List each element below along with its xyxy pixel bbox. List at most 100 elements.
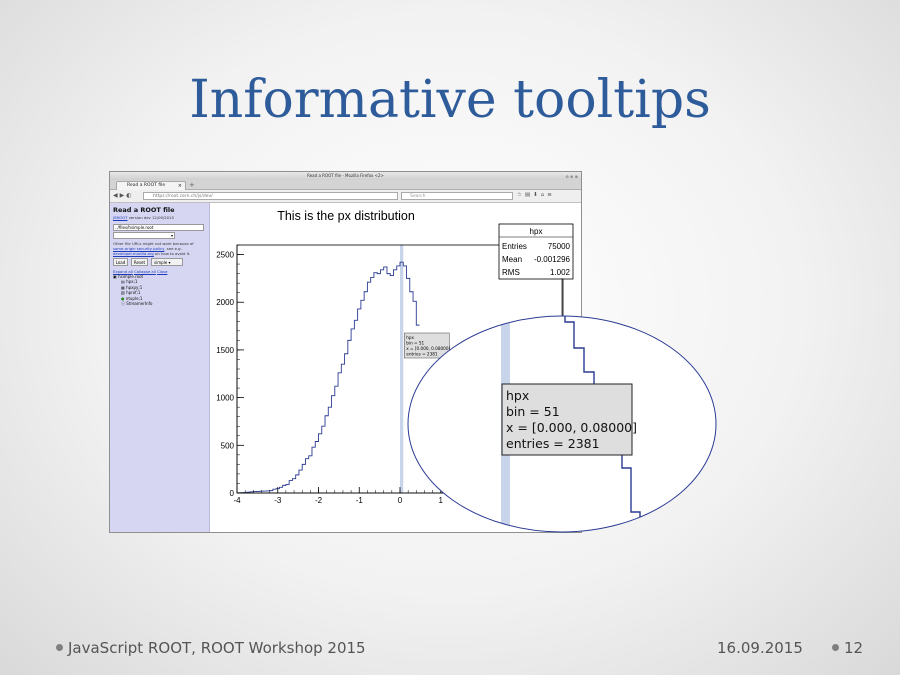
histogram-bin[interactable] — [341, 364, 344, 493]
histogram-bin[interactable] — [299, 470, 302, 493]
small-tooltip-line: bin = 51 — [406, 341, 424, 346]
bullet-icon — [832, 644, 839, 651]
histogram-bin[interactable] — [332, 396, 335, 493]
histogram-bin[interactable] — [315, 441, 318, 493]
toolbar-icons[interactable]: ☆▤⬇⌂≡ — [517, 192, 555, 198]
x-tick-label: -1 — [356, 496, 364, 505]
histogram-bin[interactable] — [358, 309, 361, 493]
histogram-bin[interactable] — [289, 481, 292, 493]
histogram-bin[interactable] — [351, 329, 354, 493]
histogram-bin[interactable] — [384, 267, 387, 493]
highlighted-bin — [400, 245, 404, 493]
load-button[interactable]: Load — [113, 258, 128, 266]
histogram-bin[interactable] — [348, 340, 351, 493]
stats-value: -0.001296 — [534, 255, 571, 264]
y-tick-label: 2500 — [216, 251, 234, 260]
x-tick-label: -4 — [233, 496, 241, 505]
histogram-bin[interactable] — [361, 300, 364, 493]
back-forward-icons[interactable]: ◀▶◐ — [113, 192, 133, 199]
histogram-bin[interactable] — [312, 447, 315, 493]
stats-value: 75000 — [548, 242, 571, 251]
histogram-bin[interactable] — [296, 475, 299, 493]
x-tick-label: 0 — [398, 496, 403, 505]
sidebar-title: Read a ROOT file — [113, 206, 175, 214]
histogram-bin[interactable] — [354, 320, 357, 493]
histogram-bin[interactable] — [335, 386, 338, 493]
version-text: version dev 12/09/2015 — [128, 215, 174, 220]
sidebar: Read a ROOT file JSROOT version dev 12/0… — [110, 203, 210, 532]
y-tick-label: 500 — [221, 441, 235, 450]
histogram-outline — [236, 261, 420, 494]
histogram-bin[interactable] — [286, 484, 289, 493]
histogram-bin[interactable] — [309, 456, 312, 493]
histogram-bin[interactable] — [283, 485, 286, 493]
footer-page: 12 — [832, 639, 863, 657]
histogram-bin[interactable] — [302, 464, 305, 493]
histogram-bin[interactable] — [403, 266, 406, 493]
browser-screenshot: Read a ROOT file - Mozilla Firefox <2> ⊖… — [109, 171, 582, 533]
window-titlebar: Read a ROOT file - Mozilla Firefox <2> ⊖… — [110, 172, 581, 180]
histogram-bin[interactable] — [377, 274, 380, 493]
new-tab-icon[interactable]: + — [189, 181, 195, 189]
stats-label: RMS — [502, 268, 520, 277]
window-title: Read a ROOT file - Mozilla Firefox <2> — [307, 173, 384, 178]
bullet-icon — [56, 644, 63, 651]
note-line-3: developer.mozilla.org on how to avoid it… — [113, 251, 191, 256]
histogram-bin[interactable] — [345, 354, 348, 493]
histogram-bin[interactable] — [279, 487, 282, 493]
histogram-bin[interactable] — [338, 373, 341, 493]
histogram-bin[interactable] — [410, 292, 413, 493]
tree-item-streamerinfo[interactable]: ⓘ StreamerInfo — [113, 301, 152, 306]
histogram-bin[interactable] — [364, 292, 367, 493]
slide-title: Informative tooltips — [189, 70, 711, 130]
histogram-bin[interactable] — [305, 459, 308, 493]
file-input[interactable]: ../files/hsimple.root — [113, 224, 204, 231]
tab-label: Read a ROOT file — [127, 183, 166, 188]
histogram-bin[interactable] — [328, 407, 331, 493]
layout-select[interactable]: simple ▾ — [151, 258, 183, 266]
reset-button[interactable]: Reset — [131, 258, 148, 266]
histogram-bin[interactable] — [393, 270, 396, 493]
x-tick-label: 1 — [439, 496, 444, 505]
histogram-bin[interactable] — [390, 276, 393, 493]
chart-title: This is the px distribution — [277, 209, 415, 223]
small-tooltip-line: x = [0.000, 0.08000] — [406, 346, 450, 351]
histogram-bin[interactable] — [413, 301, 416, 493]
browser-tab[interactable]: Read a ROOT file × — [116, 181, 186, 190]
histogram-plot[interactable]: This is the px distribution -4 -3 -2 -1 0 1 0 5… — [211, 203, 582, 533]
mozilla-link[interactable]: developer.mozilla.org — [113, 251, 154, 256]
stats-label: Entries — [502, 242, 527, 251]
jsroot-link[interactable]: JSROOT — [113, 215, 127, 220]
histogram-bin[interactable] — [325, 416, 328, 493]
histogram-bin[interactable] — [319, 434, 322, 493]
file-tree: ▣ hsimple.root ▤ hpx;1 ▦ hpxpy;1 ▧ hprof… — [113, 274, 152, 306]
tab-bar: Read a ROOT file × + — [110, 180, 581, 190]
histogram-bin[interactable] — [407, 278, 410, 493]
histogram-bin[interactable] — [387, 274, 390, 493]
file-select[interactable]: ▾ — [113, 232, 175, 239]
histogram-bin[interactable] — [397, 266, 400, 493]
histogram-bin[interactable] — [380, 270, 383, 493]
close-icon[interactable]: × — [178, 182, 182, 190]
histogram-bin[interactable] — [367, 282, 370, 493]
y-tick-label: 1000 — [216, 394, 234, 403]
url-text: https://root.cern.ch/js/dev/ — [153, 194, 213, 199]
histogram-bin[interactable] — [371, 277, 374, 493]
histogram-bin[interactable] — [374, 273, 377, 493]
histogram-bin[interactable] — [322, 426, 325, 493]
histogram-bin[interactable] — [273, 489, 276, 493]
footer-date: 16.09.2015 — [717, 639, 803, 657]
search-input[interactable]: Search — [401, 192, 513, 200]
stats-title: hpx — [530, 227, 543, 236]
x-tick-label: -2 — [315, 496, 323, 505]
y-tick-label: 2000 — [216, 298, 234, 307]
footer-left: JavaScript ROOT, ROOT Workshop 2015 — [56, 639, 366, 657]
y-tick-label: 0 — [230, 489, 235, 498]
small-tooltip-line: entries = 2381 — [406, 352, 438, 357]
navigation-bar: ◀▶◐ https://root.cern.ch/js/dev/ Search … — [110, 190, 581, 203]
small-tooltip-line: hpx — [406, 335, 414, 340]
y-tick-label: 1500 — [216, 346, 234, 355]
close-link[interactable]: Close — [157, 269, 167, 274]
url-bar[interactable]: https://root.cern.ch/js/dev/ — [143, 192, 398, 200]
search-placeholder: Search — [410, 194, 426, 199]
